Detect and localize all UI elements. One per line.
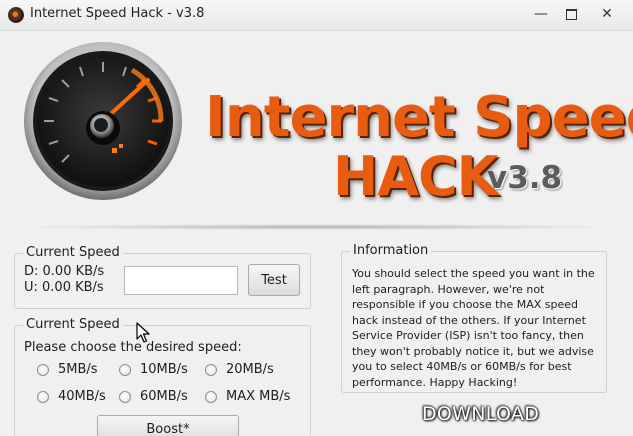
maximize-icon xyxy=(565,8,577,20)
speed-option-40[interactable]: 40MB/s xyxy=(37,389,106,405)
close-icon: ✕ xyxy=(601,6,613,22)
minimize-icon: — xyxy=(534,6,548,22)
speed-option-label: 10MB/s xyxy=(140,362,188,377)
download-watermark: DOWNLOAD xyxy=(422,403,540,425)
speed-option-label: 5MB/s xyxy=(58,362,98,377)
information-title: Information xyxy=(350,243,432,259)
speed-option-60[interactable]: 60MB/s xyxy=(119,389,188,405)
title-bar[interactable]: Internet Speed Hack - v3.8 — ✕ xyxy=(0,0,633,31)
information-text: You should select the speed you want in … xyxy=(352,267,595,389)
radio-button[interactable] xyxy=(119,391,131,403)
information-group: Information You should select the speed … xyxy=(341,243,607,393)
mouse-cursor-icon xyxy=(136,322,150,343)
speed-option-label: 40MB/s xyxy=(58,389,106,404)
speed-option-label: MAX MB/s xyxy=(226,389,291,404)
speed-option-10[interactable]: 10MB/s xyxy=(119,362,188,378)
speed-display-field[interactable] xyxy=(124,266,238,295)
banner-divider xyxy=(10,224,625,230)
current-speed-title: Current Speed xyxy=(23,245,123,261)
test-button[interactable]: Test xyxy=(248,264,300,296)
window-title: Internet Speed Hack - v3.8 xyxy=(30,6,205,21)
banner: Internet Speed HACK v3.8 xyxy=(0,30,633,230)
radio-button[interactable] xyxy=(205,364,217,376)
speed-option-label: 20MB/s xyxy=(226,362,274,377)
speedometer-graphic xyxy=(24,42,182,200)
speed-option-max[interactable]: MAX MB/s xyxy=(205,389,290,405)
speed-select-group: Current Speed Please choose the desired … xyxy=(14,317,311,436)
brand-version: v3.8 xyxy=(487,160,563,196)
upload-speed-value: U: 0.00 KB/s xyxy=(24,280,104,295)
boost-button[interactable]: Boost* xyxy=(97,415,239,436)
minimize-button[interactable]: — xyxy=(528,4,554,24)
download-speed-value: D: 0.00 KB/s xyxy=(24,264,105,279)
radio-button[interactable] xyxy=(119,364,131,376)
speed-option-5[interactable]: 5MB/s xyxy=(37,362,98,378)
speed-select-title: Current Speed xyxy=(23,317,123,333)
speed-option-20[interactable]: 20MB/s xyxy=(205,362,274,378)
radio-button[interactable] xyxy=(37,391,49,403)
maximize-button[interactable] xyxy=(558,4,584,24)
close-button[interactable]: ✕ xyxy=(592,4,622,24)
brand-hack: HACK xyxy=(333,145,498,208)
radio-button[interactable] xyxy=(205,391,217,403)
radio-button[interactable] xyxy=(37,364,49,376)
app-window: Internet Speed Hack - v3.8 — ✕ Internet … xyxy=(0,0,633,436)
current-speed-group: Current Speed D: 0.00 KB/s U: 0.00 KB/s … xyxy=(14,245,311,309)
brand-title: Internet Speed xyxy=(205,85,633,150)
speed-prompt: Please choose the desired speed: xyxy=(24,340,242,355)
speed-option-label: 60MB/s xyxy=(140,389,188,404)
app-icon xyxy=(8,7,24,23)
